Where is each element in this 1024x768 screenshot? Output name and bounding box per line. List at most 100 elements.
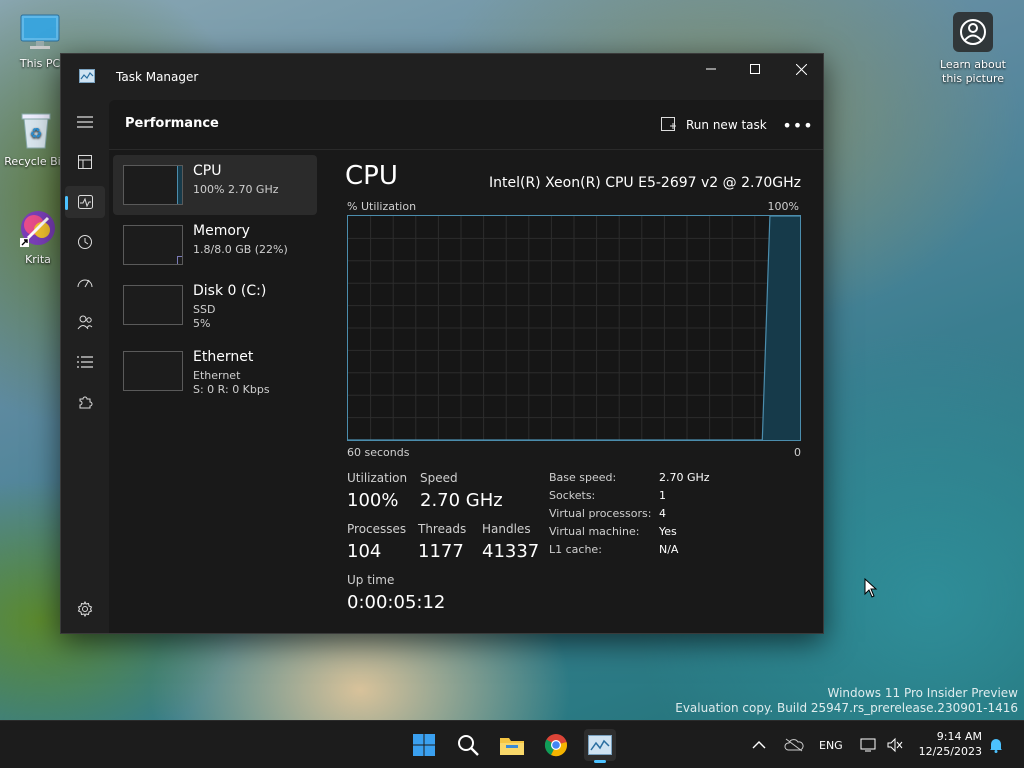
cpu-thumbnail-fill (177, 166, 182, 204)
virtual-machine-value: Yes (659, 525, 677, 538)
resource-name: CPU (193, 163, 222, 179)
maximize-button[interactable] (732, 54, 778, 84)
notifications-button[interactable] (988, 721, 1004, 768)
nav-performance[interactable] (65, 186, 105, 218)
clock[interactable]: 9:14 AM 12/25/2023 (919, 729, 982, 759)
page-header: Performance Run new task ••• (109, 100, 823, 150)
utilization-value: 100% (347, 490, 399, 511)
window-title: Task Manager (116, 70, 199, 84)
sockets-value: 1 (659, 489, 666, 502)
nav-startup-apps[interactable] (65, 266, 105, 298)
task-manager-icon (588, 735, 612, 755)
threads-label: Threads (418, 522, 467, 536)
start-button[interactable] (408, 729, 440, 761)
hamburger-icon (77, 116, 93, 128)
resource-item-cpu[interactable]: CPU 100% 2.70 GHz (113, 155, 317, 215)
memory-thumbnail-fill (177, 255, 182, 264)
chrome-button[interactable] (540, 729, 572, 761)
show-hidden-icons-button[interactable] (752, 721, 766, 768)
time-axis-right: 0 (794, 446, 801, 459)
recycle-bin-icon: ♻ (14, 108, 58, 152)
close-button[interactable] (778, 54, 824, 84)
details-list-icon (77, 356, 93, 368)
l1-cache-value: N/A (659, 543, 679, 556)
chrome-icon (544, 734, 567, 757)
speed-label: Speed (420, 471, 458, 485)
nav-users[interactable] (65, 306, 105, 338)
resource-list: CPU 100% 2.70 GHz Memory 1.8/8.0 GB (22%… (113, 155, 317, 401)
volume-button[interactable] (886, 721, 904, 768)
close-icon (795, 63, 807, 75)
resource-item-memory[interactable]: Memory 1.8/8.0 GB (22%) (113, 215, 317, 275)
threads-value: 1177 (418, 541, 464, 562)
virtual-machine-label: Virtual machine: (549, 525, 640, 538)
resource-detail: 5% (193, 317, 211, 330)
resource-detail: 100% 2.70 GHz (193, 183, 279, 196)
resource-item-ethernet[interactable]: Ethernet Ethernet S: 0 R: 0 Kbps (113, 341, 317, 401)
active-indicator (65, 196, 68, 210)
utilization-axis-label: % Utilization (347, 200, 417, 213)
resource-name: Ethernet (193, 349, 254, 365)
search-icon (458, 735, 479, 756)
nav-processes[interactable] (65, 146, 105, 178)
l1-cache-label: L1 cache: (549, 543, 602, 556)
more-options-button[interactable]: ••• (782, 112, 812, 138)
resource-detail: SSD (193, 303, 216, 316)
network-button[interactable] (860, 721, 878, 768)
search-button[interactable] (452, 729, 484, 761)
krita-icon (16, 206, 60, 250)
network-icon (860, 738, 876, 752)
resource-name: Disk 0 (C:) (193, 283, 267, 299)
minimize-button[interactable] (688, 54, 734, 84)
task-manager-taskbar-button[interactable] (584, 729, 616, 763)
language-indicator[interactable]: ENG (819, 721, 843, 768)
time-axis-left: 60 seconds (347, 446, 410, 459)
taskbar: ENG 9:14 AM 12/25/2023 (0, 720, 1024, 768)
base-speed-label: Base speed: (549, 471, 617, 484)
history-icon (78, 235, 92, 249)
windows-logo-icon (413, 734, 435, 756)
clock-date: 12/25/2023 (918, 745, 982, 758)
task-manager-window: Task Manager Performance Run new task ••… (60, 53, 824, 634)
cpu-title: CPU (345, 161, 398, 191)
task-manager-icon (79, 69, 95, 83)
cpu-utilization-graph (347, 215, 801, 441)
resource-detail: 1.8/8.0 GB (22%) (193, 243, 288, 256)
handles-label: Handles (482, 522, 531, 536)
learn-about-picture[interactable]: Learn about this picture (932, 12, 1014, 86)
nav-settings[interactable] (65, 597, 105, 621)
resource-detail: S: 0 R: 0 Kbps (193, 383, 270, 396)
resource-detail: Ethernet (193, 369, 241, 382)
watermark-line: Evaluation copy. Build 25947.rs_prerelea… (675, 701, 1018, 715)
nav-details[interactable] (65, 346, 105, 378)
page-title: Performance (125, 116, 219, 131)
minimize-icon (706, 68, 716, 70)
maximize-icon (750, 64, 760, 74)
onedrive-button[interactable] (784, 721, 804, 768)
title-bar[interactable]: Task Manager (61, 54, 823, 100)
utilization-label: Utilization (347, 471, 408, 485)
resource-item-disk[interactable]: Disk 0 (C:) SSD 5% (113, 275, 317, 335)
nav-app-history[interactable] (65, 226, 105, 258)
desktop-icon-recycle-bin[interactable]: ♻ Recycle Bin (4, 108, 68, 168)
performance-page: Performance Run new task ••• CPU 100% 2.… (109, 100, 823, 633)
speed-value: 2.70 GHz (420, 490, 503, 511)
users-icon (77, 315, 93, 330)
file-explorer-button[interactable] (496, 729, 528, 761)
nav-hamburger[interactable] (65, 106, 105, 138)
mouse-cursor-icon (864, 578, 878, 598)
cloud-offline-icon (784, 738, 804, 752)
base-speed-value: 2.70 GHz (659, 471, 710, 484)
nav-services[interactable] (65, 386, 105, 418)
uptime-label: Up time (347, 573, 395, 587)
virtual-processors-value: 4 (659, 507, 666, 520)
processes-label: Processes (347, 522, 407, 536)
uptime-value: 0:00:05:12 (347, 592, 446, 613)
build-watermark: Windows 11 Pro Insider Preview Evaluatio… (675, 686, 1018, 716)
virtual-processors-label: Virtual processors: (549, 507, 652, 520)
camera-lens-icon (953, 12, 993, 52)
cpu-thumbnail-graph (123, 165, 183, 205)
resource-name: Memory (193, 223, 250, 239)
run-new-task-button[interactable]: Run new task (661, 113, 767, 137)
processes-value: 104 (347, 541, 382, 562)
